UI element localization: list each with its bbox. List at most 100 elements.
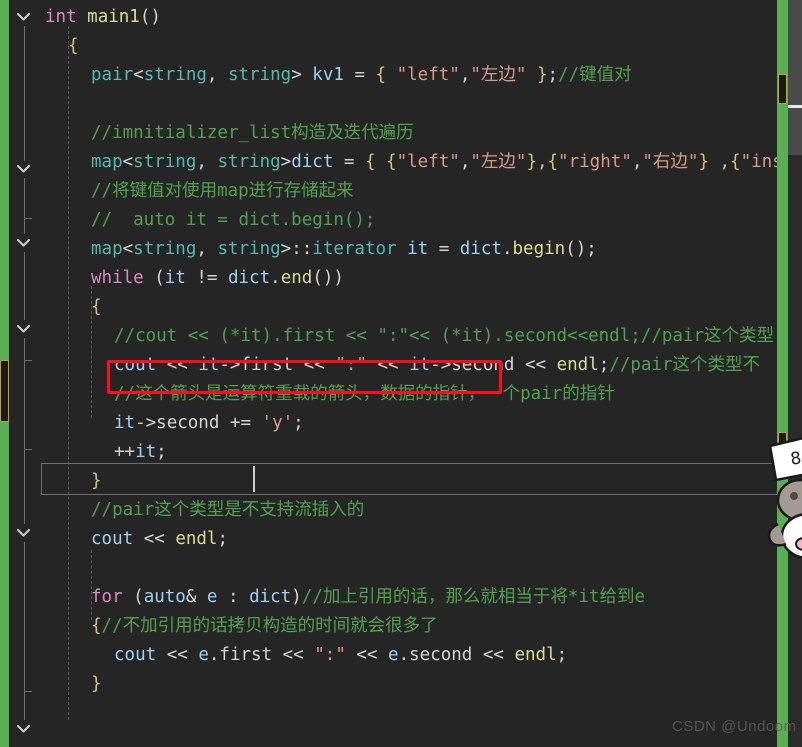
code-token: ;	[556, 645, 568, 665]
code-token: {	[68, 36, 79, 56]
chevron-down-icon[interactable]	[15, 720, 32, 737]
scrollbar-thumb[interactable]	[788, 0, 802, 155]
code-token: string	[143, 65, 207, 85]
code-token: e	[198, 645, 209, 665]
code-token: //pair这个类型是不支持流插入的	[91, 500, 365, 520]
code-token: endl	[175, 529, 218, 549]
fold-range-line	[24, 26, 25, 161]
code-token: {	[91, 297, 102, 317]
code-token: ->	[219, 355, 241, 375]
code-token: +=	[219, 413, 262, 433]
code-token: =	[333, 152, 365, 172]
code-token: ":"	[314, 645, 346, 665]
code-token: <<	[345, 645, 389, 665]
code-token: second	[451, 355, 515, 375]
code-token: e	[206, 587, 218, 607]
code-token: <	[122, 239, 134, 259]
code-line[interactable]: cout << e.first << ":" << e.second << en…	[114, 641, 567, 670]
code-token: <<	[133, 529, 176, 549]
fold-range-line	[24, 252, 25, 320]
code-token: >	[280, 152, 292, 172]
code-token: ,	[196, 239, 218, 259]
code-line[interactable]: map<string, string>::iterator it = dict.…	[91, 235, 597, 264]
fold-gutter[interactable]	[9, 0, 37, 747]
code-token: it	[135, 442, 157, 462]
code-token: <<	[156, 645, 199, 665]
code-token: first	[219, 645, 273, 665]
code-line[interactable]: for (auto& e : dict)//加上引用的话，那么就相当于将*it给…	[91, 583, 645, 612]
code-line[interactable]: {	[68, 32, 79, 61]
fold-range-end-tick	[24, 449, 32, 450]
code-line[interactable]: ++it;	[114, 438, 167, 467]
code-line[interactable]: while (it != dict.end())	[91, 264, 344, 293]
code-token: },{	[526, 152, 559, 172]
code-token: <<	[514, 355, 557, 375]
code-token: ,	[196, 152, 218, 172]
code-line[interactable]: it->second += 'y';	[114, 409, 304, 438]
code-token: dict	[228, 268, 271, 288]
code-line[interactable]: cout << endl;	[91, 525, 228, 554]
code-token: ()	[139, 7, 161, 27]
code-line[interactable]: {	[91, 293, 102, 322]
code-token: {	[375, 65, 397, 85]
code-line[interactable]: //cout << (*it).first << ":"<< (*it).sec…	[114, 322, 774, 351]
code-token: it	[114, 413, 136, 433]
code-token: map	[91, 239, 123, 259]
chevron-down-icon[interactable]	[15, 160, 32, 177]
scrollbar-position-marker	[788, 105, 802, 108]
code-line[interactable]: pair<string, string> kv1 = { "left","左边"…	[91, 61, 632, 90]
code-line[interactable]: map<string, string>dict = { {"left","左边"…	[91, 148, 783, 177]
chevron-down-icon[interactable]	[15, 234, 32, 251]
code-token: ();	[565, 239, 597, 259]
code-token: main1	[87, 7, 140, 27]
code-token: dict	[459, 239, 502, 259]
chevron-down-icon[interactable]	[15, 8, 32, 25]
code-token: "左边"	[470, 65, 527, 85]
left-change-bar	[0, 0, 9, 747]
code-token: <<	[156, 355, 199, 375]
code-token: it	[409, 355, 431, 375]
code-line[interactable]: }	[91, 467, 102, 496]
code-token: <	[122, 152, 134, 172]
current-line-highlight	[41, 463, 787, 495]
code-token: >::	[280, 239, 313, 259]
code-token: for	[91, 587, 123, 607]
code-line[interactable]: //pair这个类型是不支持流插入的	[91, 496, 364, 525]
indent-guide	[68, 26, 69, 720]
code-token: } ,{	[698, 152, 741, 172]
code-token: //cout << (*it).first << ":"<< (*it).sec…	[114, 326, 775, 346]
vertical-scrollbar[interactable]	[788, 0, 802, 747]
code-line[interactable]: //将键值对使用map进行存储起来	[91, 177, 354, 206]
code-token: it	[198, 355, 220, 375]
code-token: ,	[459, 152, 471, 172]
fold-range-end-tick	[24, 360, 32, 361]
code-token: //将键值对使用map进行存储起来	[91, 181, 354, 201]
code-token: ;	[217, 529, 229, 549]
code-token: while	[91, 268, 144, 288]
code-line[interactable]: //这个箭头是运算符重载的箭头，数据的指针，一个pair的指针	[114, 380, 615, 409]
code-token: <<	[366, 355, 410, 375]
text-caret	[253, 466, 255, 492]
code-line[interactable]: //imnitializer_list构造及迭代遍历	[91, 119, 414, 148]
code-token: string	[217, 152, 281, 172]
code-token: //pair这个类型不	[609, 355, 761, 375]
code-token: {	[91, 616, 102, 636]
code-token: second	[156, 413, 220, 433]
code-token: //键值对	[558, 65, 632, 85]
code-line[interactable]: {//不加引用的话拷贝构造的时间就会很多了	[91, 612, 438, 641]
code-token: ->	[135, 413, 157, 433]
chevron-down-icon[interactable]	[15, 320, 32, 337]
code-token: { {	[364, 152, 397, 172]
code-line[interactable]: // auto it = dict.begin();	[91, 206, 375, 235]
code-token: cout	[91, 529, 134, 549]
code-line[interactable]: cout << it->first << ":" << it->second <…	[114, 351, 760, 380]
unsaved-change-marker	[0, 360, 9, 422]
code-surface[interactable]: int main1(){pair<string, string> kv1 = {…	[37, 0, 802, 747]
code-line[interactable]: }	[91, 670, 102, 699]
chevron-down-icon[interactable]	[15, 524, 32, 541]
code-token: "右边"	[642, 152, 699, 172]
code-token: //imnitializer_list构造及迭代遍历	[91, 123, 414, 143]
code-token: .	[501, 239, 513, 259]
code-line[interactable]: int main1()	[45, 3, 161, 32]
csdn-watermark: CSDN @Undoom	[672, 718, 797, 735]
